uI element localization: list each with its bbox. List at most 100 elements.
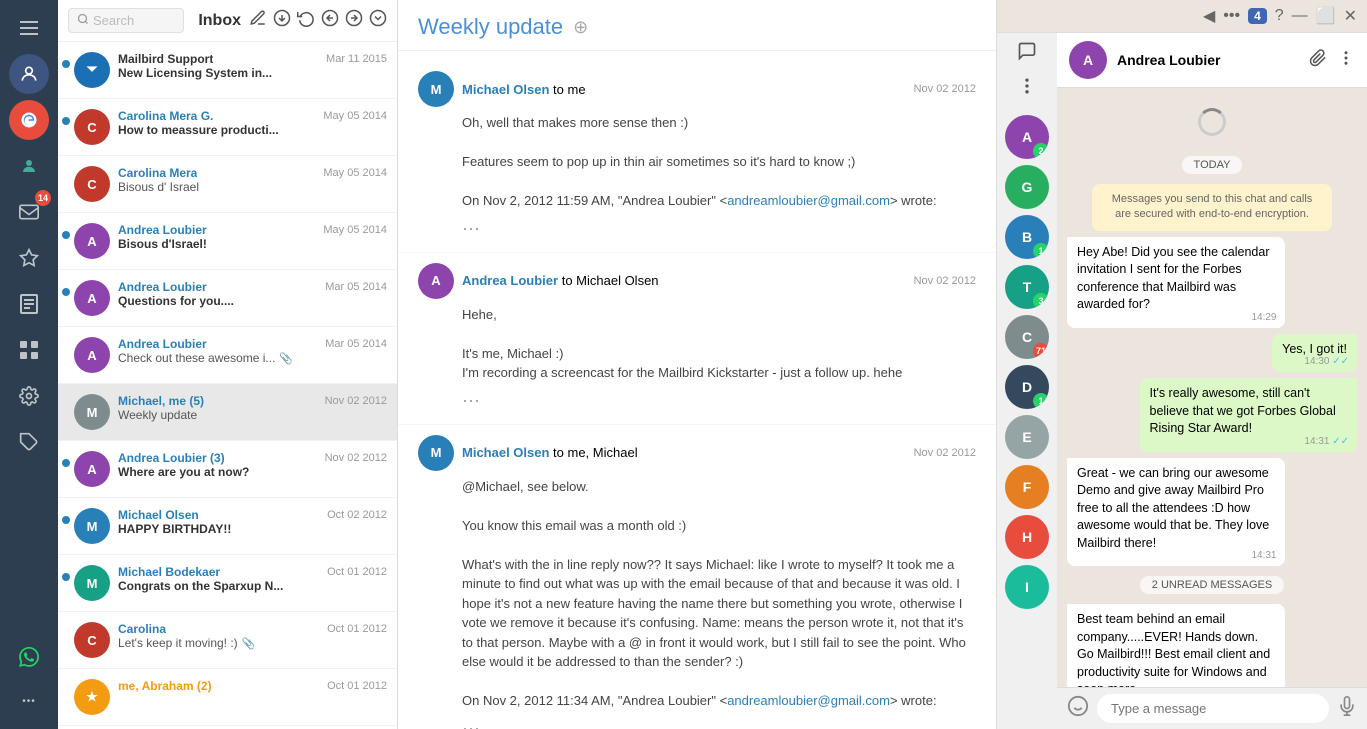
wa-contact-item[interactable]: G [1005,165,1049,209]
wa-more-icon[interactable] [1017,76,1037,101]
email-list-item[interactable]: C Carolina Mera G. May 05 2014 How to me… [58,99,397,156]
wa-message-time: 14:31 ✓✓ [1304,435,1349,449]
message-avatar: A [418,263,454,299]
email-header-row: Carolina Mera May 05 2014 [118,166,387,180]
star-icon[interactable] [9,238,49,278]
email-list-item[interactable]: M Michael Bodekaer Oct 01 2012 Congrats … [58,555,397,612]
wa-close-icon[interactable]: ✕ [1344,6,1357,26]
email-content: Carolina Oct 01 2012 Let's keep it movin… [118,622,387,650]
email-list-item[interactable]: M Michael Olsen Oct 02 2012 HAPPY BIRTHD… [58,498,397,555]
email-content: me, Abraham (2) Oct 01 2012 [118,679,387,693]
email-list-item[interactable]: A Andrea Loubier (3) Nov 02 2012 Where a… [58,441,397,498]
wa-input-bar [1057,687,1367,729]
wa-chat-list-icon[interactable] [1017,41,1037,66]
email-header-row: me, Abraham (2) Oct 01 2012 [118,679,387,693]
expand-dots[interactable]: ··· [462,215,480,242]
google-icon-1[interactable] [9,100,49,140]
sidebar: 14 ••• [0,0,58,729]
email-content: Michael, me (5) Nov 02 2012 Weekly updat… [118,394,387,422]
email-sender: Mailbird Support [118,52,213,66]
wa-options-icon[interactable] [1337,49,1355,72]
wa-contact-item[interactable]: F [1005,465,1049,509]
wa-message-time: 14:29 [1251,311,1276,325]
message-body: @Michael, see below. You know this email… [418,477,976,729]
attachment-icon: 📎 [242,637,256,650]
message-body: Oh, well that makes more sense then :) F… [418,113,976,242]
wa-minimize-icon[interactable]: — [1292,7,1308,25]
email-list-item[interactable]: ★ me, Abraham (2) Oct 01 2012 [58,669,397,726]
attachment-icon: 📎 [279,352,293,365]
message-meta: M Michael Olsen to me, Michael Nov 02 20… [418,435,976,471]
email-list-item[interactable]: M Michael, me (5) Nov 02 2012 Weekly upd… [58,384,397,441]
email-list: Mailbird Support Mar 11 2015 New Licensi… [58,42,397,729]
expand-dots[interactable]: ··· [462,715,480,729]
whatsapp-bottom-icon[interactable] [9,637,49,677]
search-icon [77,13,89,28]
email-date: May 05 2014 [323,224,387,236]
message-meta: A Andrea Loubier to Michael Olsen Nov 02… [418,263,976,299]
email-list-item[interactable]: A Andrea Loubier Mar 05 2014 Check out t… [58,327,397,384]
wa-contact-item[interactable]: E [1005,415,1049,459]
refresh-icon[interactable] [297,9,315,32]
wa-message-input[interactable] [1097,694,1329,723]
notes-icon[interactable] [9,284,49,324]
wa-back-icon[interactable]: ◀ [1203,6,1215,26]
wa-message-incoming: Great - we can bring our awesome Demo an… [1067,458,1285,567]
email-date: Mar 05 2014 [325,338,387,350]
tags-icon[interactable] [9,422,49,462]
wa-contact-item[interactable]: C71 [1005,315,1049,359]
download-icon[interactable] [273,9,291,32]
apps-icon[interactable] [9,330,49,370]
email-list-item[interactable]: A Andrea Loubier May 05 2014 Bisous d'Is… [58,213,397,270]
email-list-item[interactable]: A Andrea Loubier Mar 05 2014 Questions f… [58,270,397,327]
email-date: Nov 02 2012 [325,452,387,464]
message-to: to me [553,82,586,97]
email-sender: Carolina Mera [118,166,197,180]
email-list-item[interactable]: Mailbird Support Mar 11 2015 New Licensi… [58,42,397,99]
wa-contact-item[interactable]: A2 [1005,115,1049,159]
wa-contact-item[interactable]: D1 [1005,365,1049,409]
wa-contact-item[interactable]: I [1005,565,1049,609]
thread-add-icon[interactable]: ⊕ [573,17,588,38]
forward-icon[interactable] [345,9,363,32]
email-date: May 05 2014 [323,167,387,179]
email-icon[interactable]: 14 [9,192,49,232]
wa-mic-icon[interactable] [1337,695,1357,723]
google-icon-2[interactable] [9,146,49,186]
wa-chat-avatar: A [1069,41,1107,79]
email-sender: Carolina Mera G. [118,109,213,123]
wa-contacts: A2 G B1 T3 C71 D1 EFHI [1005,115,1049,615]
more-dots-icon[interactable]: ••• [9,681,49,721]
wa-attachment-icon[interactable] [1309,49,1327,72]
wa-contact-item[interactable]: B1 [1005,215,1049,259]
wa-dots-icon[interactable]: ••• [1223,7,1240,25]
search-placeholder: Search [93,13,134,28]
compose-icon[interactable] [249,9,267,32]
expand-dots[interactable]: ··· [462,387,480,414]
people-icon[interactable] [9,54,49,94]
wa-emoji-icon[interactable] [1067,695,1089,723]
wa-contact-item[interactable]: H [1005,515,1049,559]
unread-dot [62,60,70,68]
email-header-row: Andrea Loubier (3) Nov 02 2012 [118,451,387,465]
email-subject: How to meassure producti... [118,123,279,137]
email-content: Carolina Mera G. May 05 2014 How to meas… [118,109,387,137]
settings-icon[interactable] [9,376,49,416]
wa-chat-name: Andrea Loubier [1117,52,1299,68]
hamburger-icon[interactable] [9,8,49,48]
unread-dot [62,573,70,581]
wa-contact-item[interactable]: T3 [1005,265,1049,309]
email-list-item[interactable]: C Carolina Mera May 05 2014 Bisous d' Is… [58,156,397,213]
back-icon[interactable] [321,9,339,32]
email-sender: Michael, me (5) [118,394,204,408]
unread-dot [62,117,70,125]
dropdown-icon[interactable] [369,9,387,32]
search-box[interactable]: Search [68,8,184,33]
email-date: Nov 02 2012 [325,395,387,407]
wa-help-icon[interactable]: ? [1275,7,1284,25]
wa-restore-icon[interactable]: ⬜ [1316,6,1336,26]
email-list-item[interactable]: C Carolina Oct 01 2012 Let's keep it mov… [58,612,397,669]
email-date: Mar 11 2015 [326,53,387,65]
wa-unread-divider: 2 UNREAD MESSAGES [1140,576,1284,594]
email-content: Andrea Loubier Mar 05 2014 Check out the… [118,337,387,365]
